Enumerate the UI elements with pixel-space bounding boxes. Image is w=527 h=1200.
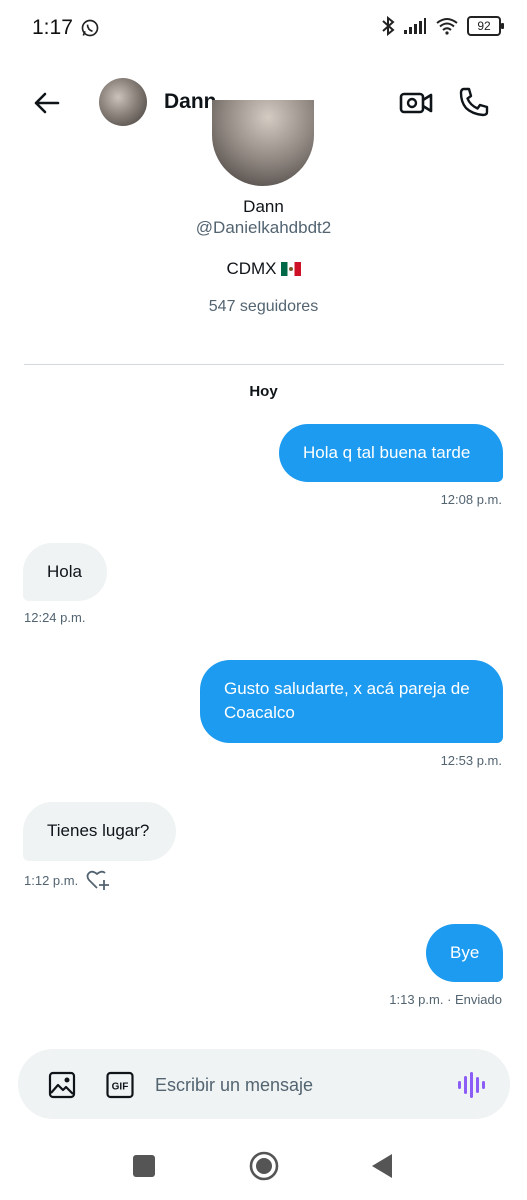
profile-picture[interactable] bbox=[212, 100, 314, 186]
message-bubble-incoming[interactable]: Tienes lugar? bbox=[23, 802, 176, 861]
whatsapp-icon bbox=[81, 19, 99, 37]
message-timestamp: 1:13 p.m. · Enviado bbox=[389, 992, 502, 1007]
back-arrow-icon[interactable] bbox=[28, 86, 64, 122]
message-input[interactable] bbox=[155, 1066, 435, 1104]
video-call-icon[interactable] bbox=[398, 86, 434, 120]
profile-location-text: CDMX bbox=[226, 259, 277, 278]
battery-icon: 92 bbox=[467, 16, 504, 36]
recent-apps-button[interactable] bbox=[133, 1155, 155, 1177]
profile-handle[interactable]: @Danielkahdbdt2 bbox=[0, 218, 527, 238]
avatar[interactable] bbox=[99, 78, 147, 126]
battery-level: 92 bbox=[477, 19, 491, 33]
message-timestamp: 1:12 p.m. bbox=[24, 873, 79, 888]
voice-message-icon[interactable] bbox=[456, 1070, 486, 1100]
home-button[interactable] bbox=[249, 1151, 279, 1181]
gif-icon[interactable]: GIF bbox=[106, 1071, 134, 1099]
profile-name: Dann bbox=[243, 197, 284, 216]
status-time: 1:17 bbox=[32, 16, 73, 39]
message-bubble-incoming[interactable]: Hola bbox=[23, 543, 107, 601]
mexico-flag-icon bbox=[280, 262, 301, 276]
add-reaction-heart-icon[interactable] bbox=[85, 868, 111, 892]
message-bubble-outgoing[interactable]: Bye bbox=[426, 924, 503, 982]
image-icon[interactable] bbox=[48, 1071, 76, 1099]
message-bubble-outgoing[interactable]: Gusto saludarte, x acá pareja de Coacalc… bbox=[200, 660, 503, 743]
message-bubble-outgoing[interactable]: Hola q tal buena tarde bbox=[279, 424, 503, 482]
message-timestamp: 12:24 p.m. bbox=[24, 610, 86, 625]
profile-followers: 547 seguidores bbox=[208, 298, 319, 315]
message-timestamp: 12:53 p.m. bbox=[440, 753, 502, 768]
wifi-icon bbox=[436, 18, 458, 35]
status-icons: 92 bbox=[381, 16, 504, 36]
signal-icon bbox=[404, 18, 426, 34]
gif-label: GIF bbox=[112, 1082, 129, 1093]
message-timestamp: 12:08 p.m. bbox=[440, 492, 502, 507]
day-label: Hoy bbox=[249, 383, 278, 400]
phone-icon[interactable] bbox=[456, 84, 492, 120]
header-name[interactable]: Dann bbox=[164, 90, 217, 114]
nav-back-button[interactable] bbox=[370, 1152, 394, 1180]
bluetooth-icon bbox=[382, 16, 395, 36]
divider bbox=[24, 364, 504, 365]
profile-location: CDMX bbox=[0, 259, 527, 279]
